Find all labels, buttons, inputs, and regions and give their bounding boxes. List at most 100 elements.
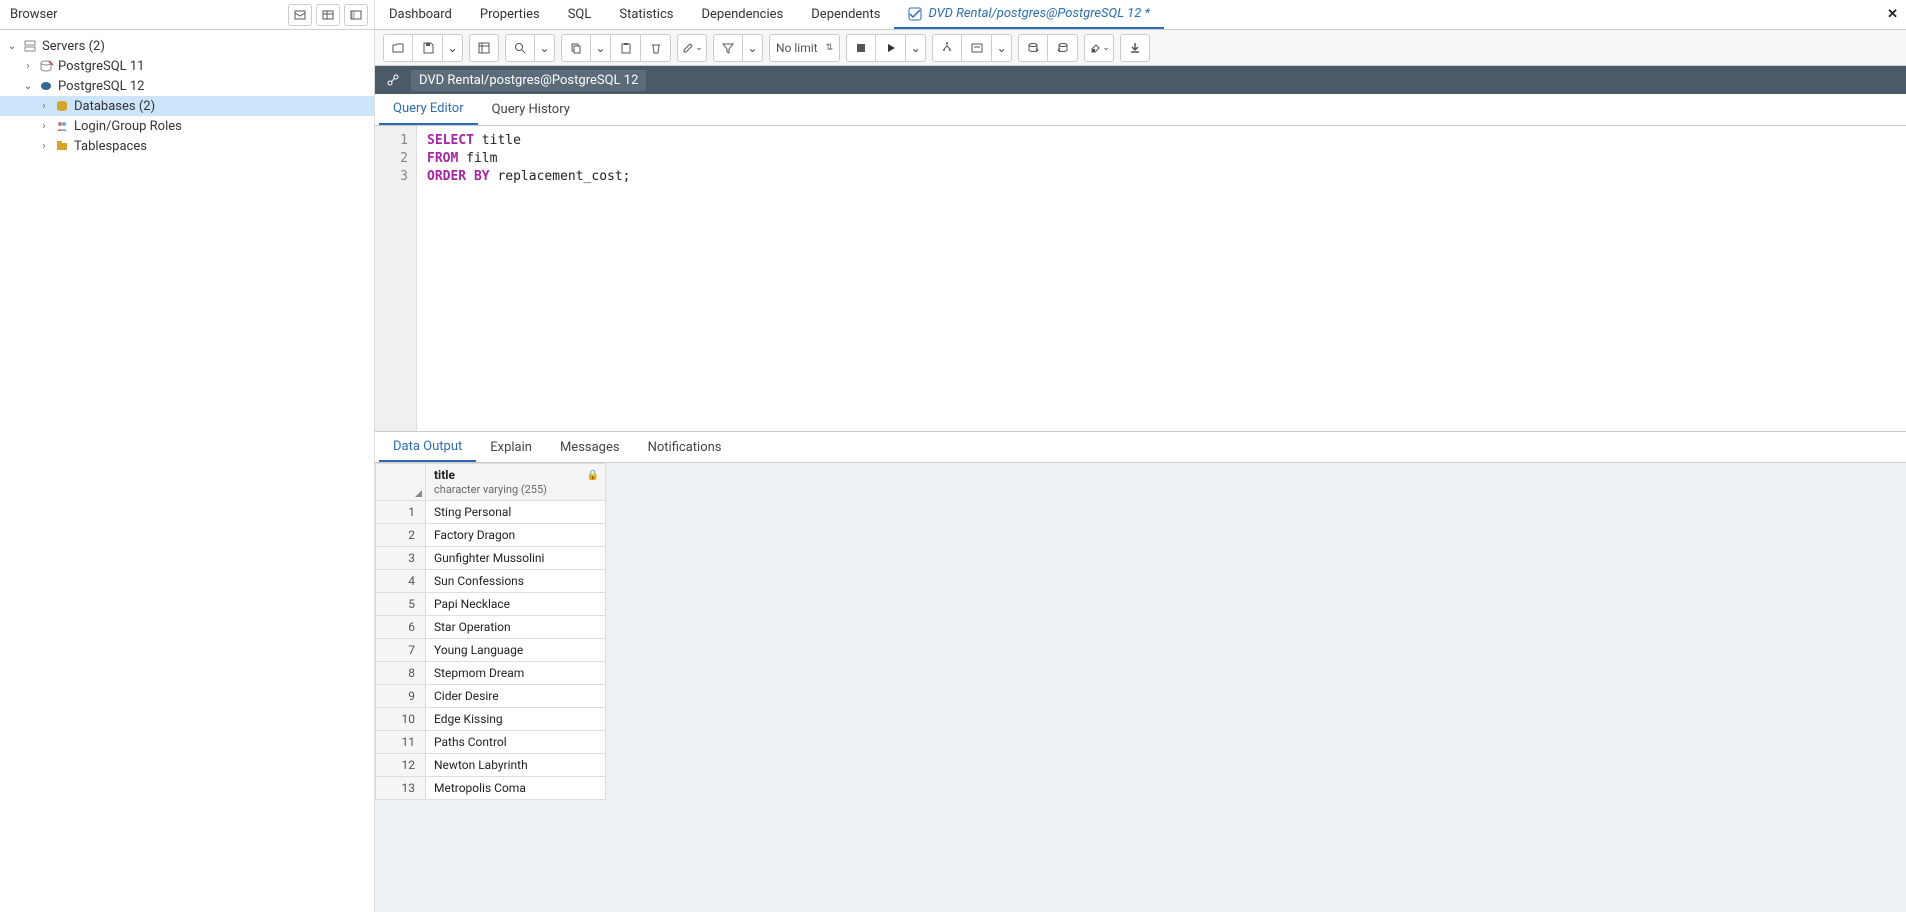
line-gutter: 123 xyxy=(375,126,417,431)
tab-query-tool[interactable]: DVD Rental/postgres@PostgreSQL 12 * xyxy=(894,0,1164,29)
row-number[interactable]: 5 xyxy=(376,593,426,616)
table-row[interactable]: 3Gunfighter Mussolini xyxy=(376,547,606,570)
tree-tablespaces[interactable]: › Tablespaces xyxy=(0,136,374,156)
row-number[interactable]: 12 xyxy=(376,754,426,777)
row-header-corner[interactable] xyxy=(376,464,426,501)
browser-btn-2[interactable] xyxy=(316,4,340,26)
cell-title[interactable]: Newton Labyrinth xyxy=(426,754,606,777)
cell-title[interactable]: Cider Desire xyxy=(426,685,606,708)
tab-dashboard[interactable]: Dashboard xyxy=(375,0,466,29)
query-tool-icon xyxy=(908,7,922,21)
tree-servers[interactable]: ⌄ Servers (2) xyxy=(0,36,374,56)
table-row[interactable]: 1Sting Personal xyxy=(376,501,606,524)
browser-btn-1[interactable] xyxy=(288,4,312,26)
table-row[interactable]: 2Factory Dragon xyxy=(376,524,606,547)
table-row[interactable]: 5Papi Necklace xyxy=(376,593,606,616)
tree-pg11[interactable]: › PostgreSQL 11 xyxy=(0,56,374,76)
cell-title[interactable]: Star Operation xyxy=(426,616,606,639)
cell-title[interactable]: Young Language xyxy=(426,639,606,662)
save-dropdown[interactable]: ⌄ xyxy=(443,34,463,62)
cell-title[interactable]: Edge Kissing xyxy=(426,708,606,731)
row-number[interactable]: 2 xyxy=(376,524,426,547)
delete-button[interactable] xyxy=(641,34,671,62)
copy-button[interactable] xyxy=(561,34,591,62)
explain-button[interactable] xyxy=(932,34,962,62)
filter-button[interactable] xyxy=(713,34,743,62)
column-header-title[interactable]: title character varying (255) 🔒 xyxy=(426,464,606,501)
download-button[interactable] xyxy=(1120,34,1150,62)
row-number[interactable]: 7 xyxy=(376,639,426,662)
tab-messages[interactable]: Messages xyxy=(546,432,634,462)
table-row[interactable]: 13Metropolis Coma xyxy=(376,777,606,800)
result-grid[interactable]: title character varying (255) 🔒 1Sting P… xyxy=(375,463,1906,912)
cell-title[interactable]: Paths Control xyxy=(426,731,606,754)
tab-data-output[interactable]: Data Output xyxy=(379,432,476,462)
row-number[interactable]: 6 xyxy=(376,616,426,639)
row-number[interactable]: 9 xyxy=(376,685,426,708)
tab-query-editor[interactable]: Query Editor xyxy=(379,94,478,125)
sql-editor[interactable]: 123 SELECT titleFROM filmORDER BY replac… xyxy=(375,126,1906,431)
browser-btn-3[interactable] xyxy=(344,4,368,26)
tree-pg12[interactable]: ⌄ PostgreSQL 12 xyxy=(0,76,374,96)
open-file-button[interactable] xyxy=(383,34,413,62)
cell-title[interactable]: Sting Personal xyxy=(426,501,606,524)
cell-title[interactable]: Factory Dragon xyxy=(426,524,606,547)
select-arrows-icon: ⇅ xyxy=(826,43,834,53)
cell-title[interactable]: Gunfighter Mussolini xyxy=(426,547,606,570)
tab-dependencies[interactable]: Dependencies xyxy=(687,0,797,29)
edit-grid-button[interactable] xyxy=(469,34,499,62)
row-number[interactable]: 3 xyxy=(376,547,426,570)
connection-bar: DVD Rental/postgres@PostgreSQL 12 xyxy=(375,66,1906,94)
lock-icon: 🔒 xyxy=(587,470,599,481)
filter-dropdown[interactable]: ⌄ xyxy=(743,34,763,62)
row-number[interactable]: 11 xyxy=(376,731,426,754)
elephant-icon xyxy=(38,78,54,94)
limit-select[interactable]: No limit ⇅ xyxy=(769,34,840,62)
code-area[interactable]: SELECT titleFROM filmORDER BY replacemen… xyxy=(417,126,1906,431)
execute-dropdown[interactable]: ⌄ xyxy=(906,34,926,62)
explain-dropdown[interactable]: ⌄ xyxy=(992,34,1012,62)
tab-notifications[interactable]: Notifications xyxy=(634,432,736,462)
explain-analyze-button[interactable] xyxy=(962,34,992,62)
tab-explain[interactable]: Explain xyxy=(476,432,546,462)
row-number[interactable]: 10 xyxy=(376,708,426,731)
tab-query-history[interactable]: Query History xyxy=(478,94,584,125)
column-type: character varying (255) xyxy=(434,483,547,496)
tree-roles[interactable]: › Login/Group Roles xyxy=(0,116,374,136)
roles-icon xyxy=(54,118,70,134)
row-number[interactable]: 4 xyxy=(376,570,426,593)
table-row[interactable]: 9Cider Desire xyxy=(376,685,606,708)
table-row[interactable]: 11Paths Control xyxy=(376,731,606,754)
row-number[interactable]: 13 xyxy=(376,777,426,800)
clear-button[interactable]: ⌄ xyxy=(1084,34,1114,62)
connection-status-icon[interactable] xyxy=(383,70,403,90)
cell-title[interactable]: Papi Necklace xyxy=(426,593,606,616)
row-number[interactable]: 1 xyxy=(376,501,426,524)
execute-button[interactable] xyxy=(876,34,906,62)
row-number[interactable]: 8 xyxy=(376,662,426,685)
table-row[interactable]: 8Stepmom Dream xyxy=(376,662,606,685)
copy-dropdown[interactable]: ⌄ xyxy=(591,34,611,62)
save-button[interactable] xyxy=(413,34,443,62)
cell-title[interactable]: Sun Confessions xyxy=(426,570,606,593)
paste-button[interactable] xyxy=(611,34,641,62)
find-button[interactable] xyxy=(505,34,535,62)
tree-databases[interactable]: › Databases (2) xyxy=(0,96,374,116)
rollback-button[interactable] xyxy=(1048,34,1078,62)
tab-sql[interactable]: SQL xyxy=(554,0,606,29)
table-row[interactable]: 12Newton Labyrinth xyxy=(376,754,606,777)
table-row[interactable]: 7Young Language xyxy=(376,639,606,662)
tab-dependents[interactable]: Dependents xyxy=(797,0,894,29)
tab-close-button[interactable]: ✕ xyxy=(1879,0,1906,29)
find-dropdown[interactable]: ⌄ xyxy=(535,34,555,62)
tab-properties[interactable]: Properties xyxy=(466,0,554,29)
edit-button[interactable]: ⌄ xyxy=(677,34,707,62)
table-row[interactable]: 6Star Operation xyxy=(376,616,606,639)
cell-title[interactable]: Stepmom Dream xyxy=(426,662,606,685)
tab-statistics[interactable]: Statistics xyxy=(605,0,687,29)
commit-button[interactable] xyxy=(1018,34,1048,62)
table-row[interactable]: 10Edge Kissing xyxy=(376,708,606,731)
stop-button[interactable] xyxy=(846,34,876,62)
table-row[interactable]: 4Sun Confessions xyxy=(376,570,606,593)
cell-title[interactable]: Metropolis Coma xyxy=(426,777,606,800)
